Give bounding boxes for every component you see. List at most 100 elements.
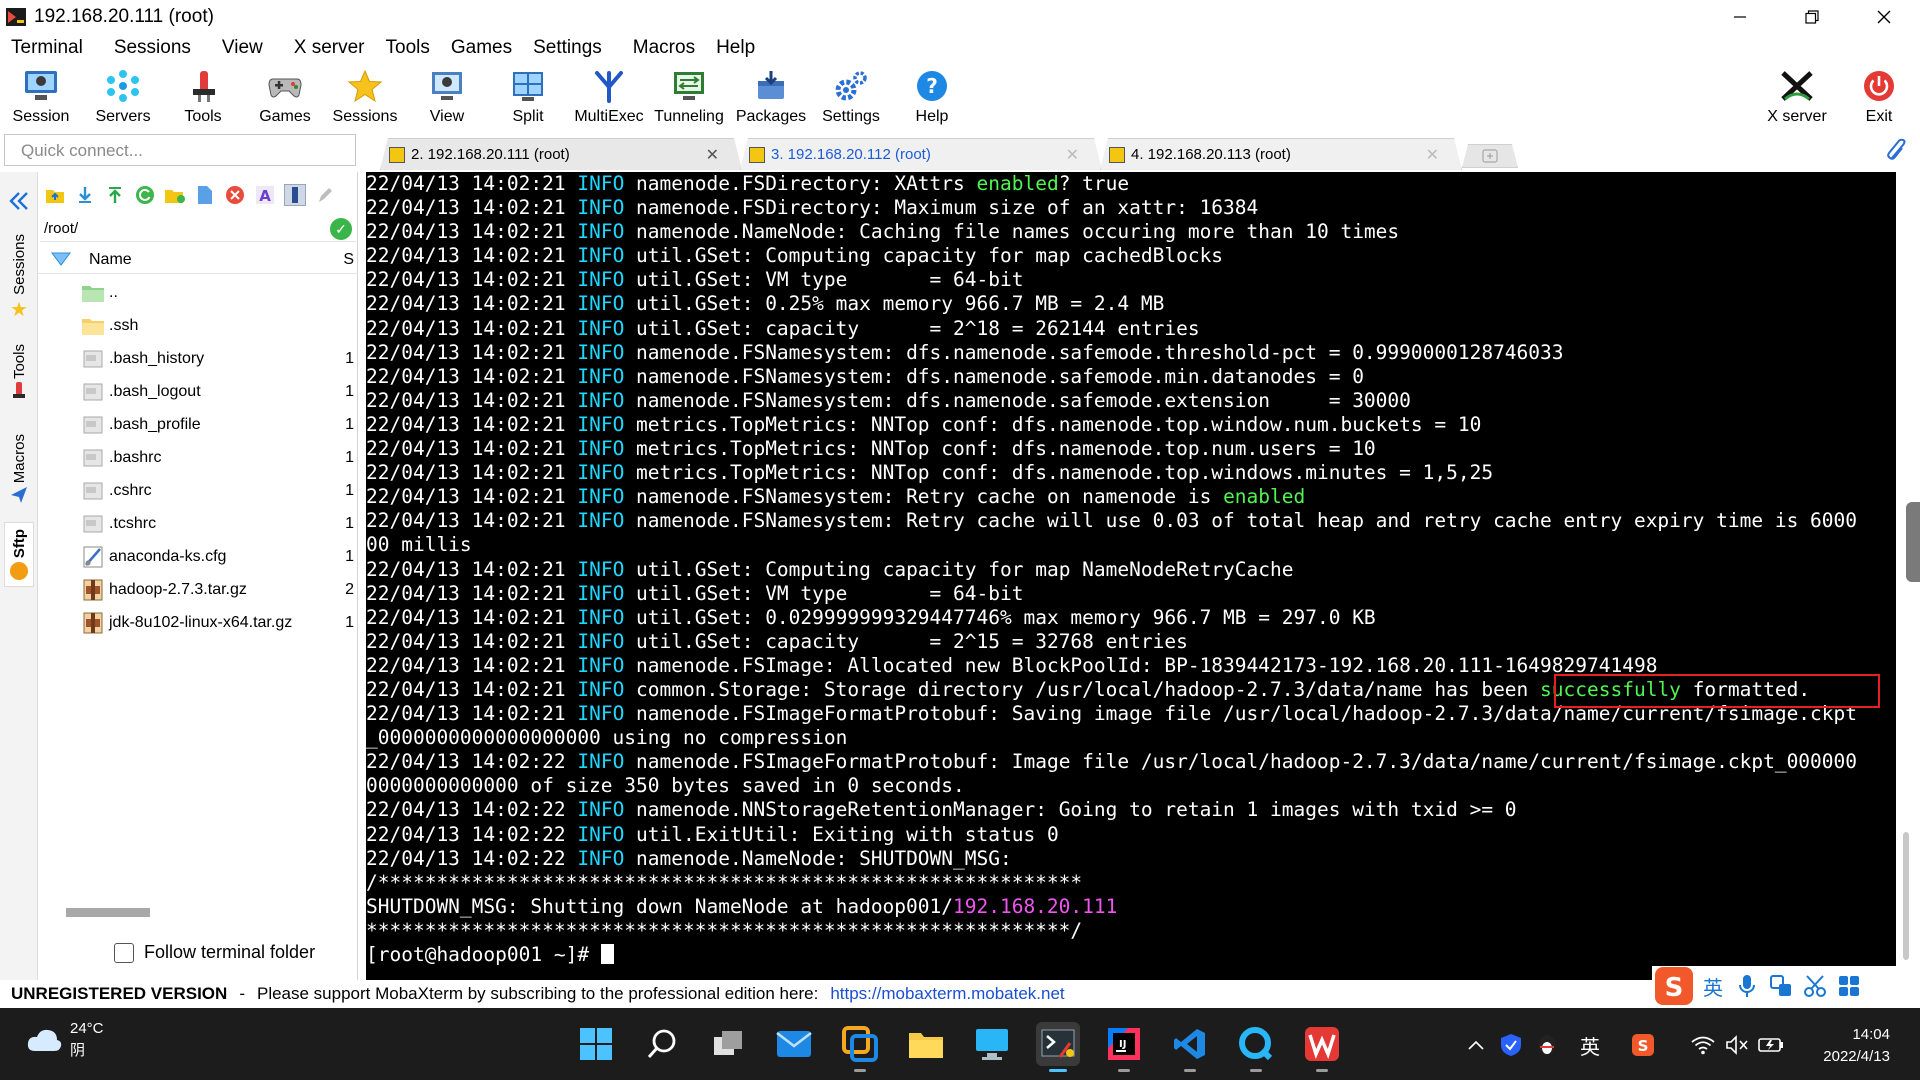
tray-input-language[interactable]: 英 xyxy=(1576,1030,1604,1060)
upload-icon[interactable] xyxy=(104,184,126,206)
file-row[interactable]: .bashrc 1 xyxy=(38,441,358,474)
tray-wifi[interactable] xyxy=(1688,1030,1718,1060)
search-button[interactable] xyxy=(640,1022,684,1066)
packages-button[interactable]: Packages xyxy=(733,66,809,126)
tray-volume[interactable] xyxy=(1722,1030,1752,1060)
tray-battery[interactable] xyxy=(1756,1030,1786,1060)
side-tab-sftp[interactable]: Sftp xyxy=(4,522,34,588)
follow-terminal-folder-checkbox[interactable]: Follow terminal folder xyxy=(114,942,315,963)
tab-close-icon[interactable]: ✕ xyxy=(706,145,719,165)
delete-icon[interactable] xyxy=(224,184,246,206)
side-tab-sessions[interactable]: Sessions ★ xyxy=(4,234,34,322)
scissors-icon[interactable] xyxy=(1798,969,1832,1003)
checkbox[interactable] xyxy=(114,942,134,963)
remote-desktop-app[interactable] xyxy=(970,1022,1014,1066)
tray-qq[interactable] xyxy=(1534,1030,1560,1060)
servers-button[interactable]: Servers xyxy=(85,66,161,126)
file-explorer-app[interactable] xyxy=(904,1022,948,1066)
side-panel-handle[interactable] xyxy=(1906,502,1920,582)
file-row[interactable]: .bash_history 1 xyxy=(38,342,358,375)
file-row[interactable]: .bash_profile 1 xyxy=(38,408,358,441)
file-row[interactable]: jdk-8u102-linux-x64.tar.gz 1 xyxy=(38,606,358,639)
mail-app[interactable] xyxy=(772,1022,816,1066)
exit-button[interactable]: Exit xyxy=(1841,66,1917,126)
games-button[interactable]: Games xyxy=(247,66,323,126)
mobatek-link[interactable]: https://mobaxterm.mobatek.net xyxy=(830,984,1064,1004)
qq-browser-app[interactable] xyxy=(1234,1022,1278,1072)
vscode-app[interactable] xyxy=(1168,1022,1212,1072)
file-row[interactable]: .ssh xyxy=(38,309,358,342)
pen-icon[interactable] xyxy=(314,184,336,206)
rename-icon[interactable]: A xyxy=(254,184,276,206)
scrollbar-thumb[interactable] xyxy=(1903,832,1909,960)
tab-close-icon[interactable]: ✕ xyxy=(1426,145,1439,165)
menu-games[interactable]: Games xyxy=(440,37,512,59)
checkmark-icon[interactable]: ✓ xyxy=(330,218,352,240)
tray-sogou[interactable]: S xyxy=(1630,1030,1656,1060)
side-tab-tools[interactable]: Tools xyxy=(4,344,34,401)
sogou-logo-icon[interactable]: S xyxy=(1652,967,1696,1005)
sort-arrow-icon[interactable] xyxy=(50,250,72,273)
sftp-horizontal-scrollbar[interactable] xyxy=(66,908,150,917)
mobaxterm-app[interactable] xyxy=(1036,1022,1080,1072)
tab-session-4[interactable]: 4. 192.168.20.113 (root) ✕ xyxy=(1100,138,1462,170)
menu-view[interactable]: View xyxy=(211,37,263,59)
maximize-button[interactable] xyxy=(1776,0,1848,34)
translate-icon[interactable] xyxy=(1764,969,1798,1003)
quick-connect-input[interactable]: Quick connect... xyxy=(4,134,356,166)
ime-language-toggle[interactable]: 英 xyxy=(1696,969,1730,1003)
session-button[interactable]: Session xyxy=(3,66,79,126)
grid-menu-icon[interactable] xyxy=(1832,969,1866,1003)
tab-close-icon[interactable]: ✕ xyxy=(1066,145,1079,165)
sessions-button[interactable]: Sessions xyxy=(327,66,403,126)
system-clock[interactable]: 14:04 2022/4/13 xyxy=(1823,1024,1890,1068)
file-row[interactable]: .tcshrc 1 xyxy=(38,507,358,540)
download-icon[interactable] xyxy=(74,184,96,206)
tools-button[interactable]: Tools xyxy=(165,66,241,126)
help-button[interactable]: ? Help xyxy=(894,66,970,126)
split-button[interactable]: Split xyxy=(490,66,566,126)
menu-help[interactable]: Help xyxy=(705,37,755,59)
file-row[interactable]: .bash_logout 1 xyxy=(38,375,358,408)
menu-sessions[interactable]: Sessions xyxy=(103,37,191,59)
view-button[interactable]: View xyxy=(409,66,485,126)
intellij-app[interactable]: IJ xyxy=(1102,1022,1146,1072)
tab-session-3[interactable]: 3. 192.168.20.112 (root) ✕ xyxy=(740,138,1102,170)
terminal-output[interactable]: 22/04/13 14:02:21 INFO namenode.FSDirect… xyxy=(366,172,1896,980)
refresh-icon[interactable] xyxy=(134,184,156,206)
sftp-path-input[interactable]: /root/ ✓ xyxy=(40,216,356,242)
side-tab-macros[interactable]: Macros xyxy=(4,434,34,505)
menu-x-server[interactable]: X server xyxy=(283,37,365,59)
file-row[interactable]: .. xyxy=(38,276,358,309)
settings-button[interactable]: Settings xyxy=(813,66,889,126)
collapse-sidebar-button[interactable] xyxy=(8,190,30,217)
new-file-icon[interactable] xyxy=(194,184,216,206)
attach-button[interactable] xyxy=(1884,138,1912,166)
menu-macros[interactable]: Macros xyxy=(622,37,695,59)
new-folder-icon[interactable] xyxy=(164,184,186,206)
menu-terminal[interactable]: Terminal xyxy=(0,37,83,59)
start-button[interactable] xyxy=(574,1022,618,1066)
new-tab-button[interactable] xyxy=(1462,144,1518,168)
file-row[interactable]: anaconda-ks.cfg 1 xyxy=(38,540,358,573)
tunneling-button[interactable]: Tunneling xyxy=(651,66,727,126)
close-button[interactable] xyxy=(1848,0,1920,34)
multiexec-button[interactable]: MultiExec xyxy=(571,66,647,126)
weather-widget[interactable]: 24°C 阴 xyxy=(26,1018,104,1062)
menu-settings[interactable]: Settings xyxy=(522,37,602,59)
microphone-icon[interactable] xyxy=(1730,969,1764,1003)
terminal-scrollbar[interactable] xyxy=(1896,172,1920,980)
tray-defender[interactable] xyxy=(1498,1030,1524,1060)
column-name-header[interactable]: Name xyxy=(89,251,132,269)
column-size-header[interactable]: S xyxy=(343,251,354,269)
wps-app[interactable] xyxy=(1300,1022,1344,1072)
minimize-button[interactable] xyxy=(1704,0,1776,34)
parent-folder-icon[interactable] xyxy=(44,184,66,206)
snipping-tool-app[interactable] xyxy=(838,1022,882,1072)
x-server-button[interactable]: X server xyxy=(1759,66,1835,126)
show-hidden-icons-button[interactable] xyxy=(1464,1030,1488,1060)
file-row[interactable]: .cshrc 1 xyxy=(38,474,358,507)
task-view-button[interactable] xyxy=(706,1022,750,1066)
menu-tools[interactable]: Tools xyxy=(375,37,430,59)
tab-session-2[interactable]: 2. 192.168.20.111 (root) ✕ xyxy=(380,138,742,170)
